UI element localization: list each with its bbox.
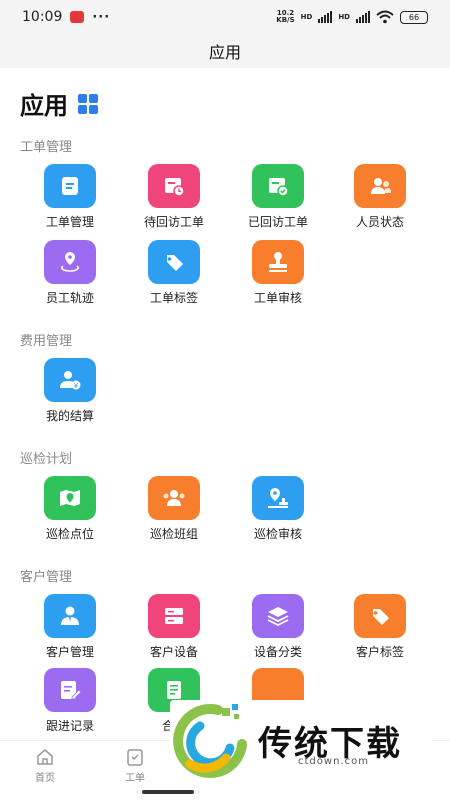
route-pin-icon [44, 240, 96, 284]
page-heading-row: 应用 [20, 86, 98, 121]
header-title: 应用 [208, 43, 241, 62]
app-label: 待回访工单 [143, 215, 204, 229]
watermark-overlay: 传统下载 ctdown.com [170, 700, 432, 780]
battery-icon: 66 [400, 10, 428, 24]
app-label: 客户设备 [149, 645, 198, 659]
app-label: 巡检班组 [149, 527, 198, 541]
app-customer-tags[interactable]: 客户标签 [330, 594, 430, 660]
apps-content: 应用 工单管理 工单管理 待回访工单 已回访工单 人员状态 员工轨迹 工单标签 … [0, 68, 450, 740]
app-work-order-tags[interactable]: 工单标签 [124, 240, 224, 306]
user-money-icon: ¥ [44, 358, 96, 402]
app-label: 人员状态 [355, 215, 404, 229]
nav-work-orders[interactable]: 工单 [105, 747, 165, 784]
edit-note-icon [44, 668, 96, 712]
nav-home[interactable]: 首页 [15, 747, 75, 784]
signal-icon [318, 11, 333, 23]
page-title: 应用 [20, 92, 68, 120]
signal-icon-2 [356, 11, 370, 23]
network-speed: 10.2 KB/S [276, 10, 294, 24]
app-my-settlement[interactable]: ¥ 我的结算 [20, 358, 120, 424]
status-time: 10:09 [22, 9, 63, 25]
calendar-check-icon [252, 164, 304, 208]
app-label: 客户管理 [45, 645, 94, 659]
group-icon [148, 476, 200, 520]
app-device-categories[interactable]: 设备分类 [228, 594, 328, 660]
app-label: 客户标签 [355, 645, 404, 659]
app-inspection-review[interactable]: 巡检审核 [228, 476, 328, 542]
app-label: 工单标签 [149, 291, 198, 305]
app-inspection-teams[interactable]: 巡检班组 [124, 476, 224, 542]
clipboard-check-icon [127, 749, 143, 766]
app-work-order-review[interactable]: 工单审核 [228, 240, 328, 306]
app-label: 工单审核 [253, 291, 302, 305]
app-label: 我的结算 [45, 409, 94, 423]
nav-work-orders-label: 工单 [125, 773, 145, 784]
speed-unit: KB/S [276, 16, 295, 24]
app-inspection-points[interactable]: 巡检点位 [20, 476, 120, 542]
calendar-clock-icon [148, 164, 200, 208]
section-title-expenses: 费用管理 [20, 334, 73, 349]
app-label: 跟进记录 [45, 719, 94, 733]
app-staff-track[interactable]: 员工轨迹 [20, 240, 120, 306]
section-title-customers: 客户管理 [20, 570, 73, 585]
app-label: 巡检审核 [253, 527, 302, 541]
section-title-inspection: 巡检计划 [20, 452, 73, 467]
tag-icon [354, 594, 406, 638]
tag-icon [148, 240, 200, 284]
customer-icon [44, 594, 96, 638]
people-icon [354, 164, 406, 208]
form-icon [44, 164, 96, 208]
app-staff-status[interactable]: 人员状态 [330, 164, 430, 230]
layers-icon [252, 594, 304, 638]
app-label: 工单管理 [45, 215, 94, 229]
server-icon [148, 594, 200, 638]
grid-icon[interactable] [78, 93, 98, 114]
hd-badge-1: HD [300, 12, 313, 21]
notification-icon [70, 11, 85, 23]
wifi-icon [376, 10, 394, 24]
app-label: 员工轨迹 [45, 291, 94, 305]
app-follow-up-records[interactable]: 跟进记录 [20, 668, 120, 734]
app-label: 已回访工单 [247, 215, 308, 229]
watermark-logo [170, 700, 252, 780]
svg-text:¥: ¥ [74, 382, 79, 390]
nav-home-label: 首页 [35, 773, 55, 784]
app-visited[interactable]: 已回访工单 [228, 164, 328, 230]
stamp-icon [252, 240, 304, 284]
app-customer-devices[interactable]: 客户设备 [124, 594, 224, 660]
app-pending-visit[interactable]: 待回访工单 [124, 164, 224, 230]
map-pin-icon [44, 476, 96, 520]
hd-badge-2: HD [338, 12, 350, 21]
home-indicator [142, 790, 194, 794]
location-stamp-icon [252, 476, 304, 520]
app-label: 巡检点位 [45, 527, 94, 541]
app-customer-management[interactable]: 客户管理 [20, 594, 120, 660]
section-title-work-orders: 工单管理 [20, 140, 73, 155]
home-icon [37, 749, 53, 765]
app-work-order-management[interactable]: 工单管理 [20, 164, 120, 230]
app-label: 设备分类 [253, 645, 302, 659]
more-notifications: ··· [92, 9, 111, 25]
status-bar: 10:09 ··· 10.2 KB/S HD HD 66 [0, 0, 450, 34]
watermark-url: ctdown.com [298, 756, 369, 767]
app-title-bar: 应用 [0, 34, 450, 68]
